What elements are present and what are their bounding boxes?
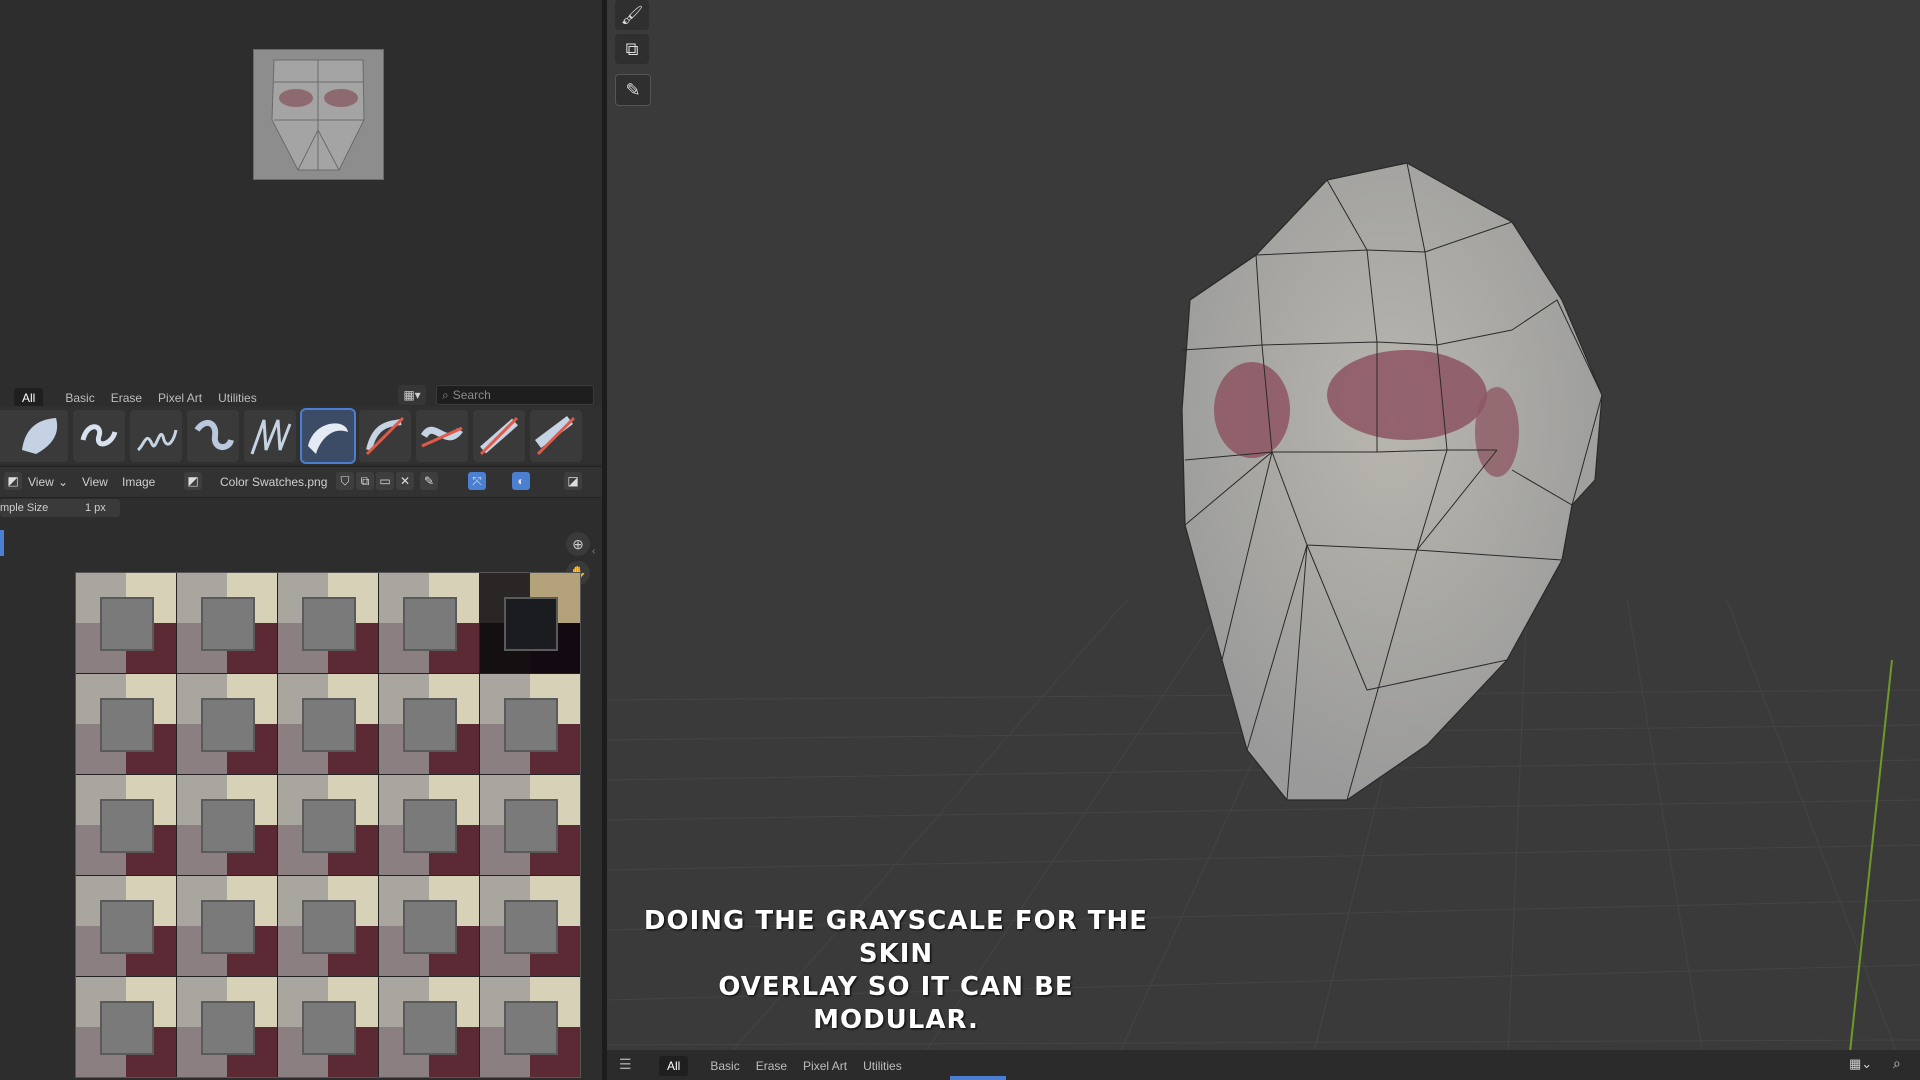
swatch-cell [177, 876, 277, 976]
swatch-cell [379, 573, 479, 673]
swatch-cell [480, 775, 580, 875]
swatch-cell [278, 674, 378, 774]
swatch-cell [480, 674, 580, 774]
swatch-cell [278, 573, 378, 673]
brush-thumbnail-selected[interactable] [300, 408, 356, 464]
overlay-icon[interactable]: ◐ [512, 472, 530, 490]
swatch-cell [177, 977, 277, 1077]
head-mesh [1181, 162, 1603, 801]
tab-utilities[interactable]: Utilities [855, 1056, 910, 1076]
close-icon[interactable]: ✕ [396, 472, 414, 490]
search-placeholder: Search [452, 388, 491, 402]
swatch-cell [379, 977, 479, 1077]
swatch-cell [379, 775, 479, 875]
texture-preview [253, 49, 384, 180]
image-browse-icon[interactable]: ◩ [184, 472, 202, 490]
zoom-icon[interactable]: ⊕ [566, 532, 590, 556]
brush-thumbnail[interactable] [16, 410, 68, 462]
search-input[interactable]: ⌕ Search [436, 385, 594, 405]
bottom-asset-shelf: ☰ All Basic Erase Pixel Art Utilities ▦⌄… [607, 1050, 1920, 1080]
swatch-cell-dark [480, 573, 580, 673]
bottom-shelf-tabs: All Basic Erase Pixel Art Utilities [659, 1056, 910, 1076]
tab-basic[interactable]: Basic [702, 1056, 747, 1076]
caption-line-2: overlay so it can be modular. [718, 972, 1074, 1035]
color-swatches-image[interactable] [75, 572, 581, 1078]
tab-pixel-art[interactable]: Pixel Art [150, 388, 210, 408]
menu-image[interactable]: Image [122, 475, 155, 489]
brush-thumbnail[interactable] [187, 410, 239, 462]
swatch-cell [379, 876, 479, 976]
annotate-icon[interactable]: ✎ [615, 74, 651, 106]
clone-icon[interactable]: ⧉ [615, 34, 649, 64]
duplicate-icon[interactable]: ⧉ [356, 472, 374, 490]
shield-icon[interactable]: ⛉ [336, 472, 354, 490]
shelf-scroll-indicator [950, 1076, 1006, 1080]
folder-icon[interactable]: ▭ [376, 472, 394, 490]
sample-size-label: mple Size [0, 502, 49, 514]
tab-erase[interactable]: Erase [103, 388, 150, 408]
swatch-cell [177, 775, 277, 875]
swatch-cell [76, 876, 176, 976]
tab-all[interactable]: All [14, 388, 44, 408]
menu-view-dropdown[interactable]: View [28, 475, 54, 489]
tab-pixel-art[interactable]: Pixel Art [795, 1056, 855, 1076]
image-editor-header: ◩ View ⌄ View Image ◩ Color Swatches.png… [0, 466, 602, 498]
chevron-down-icon: ⌄ [58, 475, 69, 489]
brush-thumbnail[interactable] [130, 410, 182, 462]
swatch-cell [480, 977, 580, 1077]
caption-line-1: Doing the grayscale for the skin [643, 906, 1149, 969]
image-editor-panel: All Basic Erase Pixel Art Utilities ▦▾ ⌕… [0, 0, 602, 1080]
display-mode-dropdown[interactable]: ▦▾ [398, 385, 426, 405]
swatch-cell [76, 674, 176, 774]
swatch-cell [76, 775, 176, 875]
brush-thumbnail[interactable] [416, 410, 468, 462]
tab-basic[interactable]: Basic [57, 388, 102, 408]
brush-shelf [0, 406, 602, 464]
search-icon: ⌕ [442, 388, 449, 402]
tab-all[interactable]: All [659, 1056, 689, 1076]
swatch-cell [278, 977, 378, 1077]
pin-icon[interactable]: ✎ [420, 472, 438, 490]
grid-icon: ▦▾ [403, 388, 421, 402]
tab-erase[interactable]: Erase [748, 1056, 795, 1076]
video-caption: Doing the grayscale for the skin overlay… [636, 905, 1156, 1037]
brush-thumbnail[interactable] [530, 410, 582, 462]
menu-icon[interactable]: ☰ [619, 1056, 632, 1073]
chevron-left-icon[interactable]: ‹ [592, 546, 595, 557]
swatch-cell [278, 775, 378, 875]
brush-icon[interactable]: 🖌 [615, 0, 649, 30]
swatch-cell [76, 977, 176, 1077]
tab-utilities[interactable]: Utilities [210, 388, 265, 408]
image-name-field[interactable]: Color Swatches.png [220, 475, 327, 489]
brush-thumbnail[interactable] [473, 410, 525, 462]
display-channels-icon[interactable]: ◪ [564, 472, 582, 490]
sample-size-value: 1 px [85, 502, 106, 514]
brush-thumbnail[interactable] [359, 410, 411, 462]
grid-icon[interactable]: ▦⌄ [1849, 1056, 1872, 1072]
sample-size-field[interactable]: mple Size 1 px [0, 499, 120, 517]
swatch-cell [278, 876, 378, 976]
uv-sync-icon[interactable]: ⤧ [468, 472, 486, 490]
side-tab-indicator [0, 530, 4, 556]
brush-thumbnail[interactable] [244, 410, 296, 462]
editor-type-icon[interactable]: ◩ [4, 472, 22, 490]
asset-shelf-tabs: All Basic Erase Pixel Art Utilities [14, 388, 265, 408]
swatch-cell [379, 674, 479, 774]
brush-thumbnail[interactable] [73, 410, 125, 462]
search-icon[interactable]: ⌕ [1893, 1055, 1901, 1072]
swatch-cell [480, 876, 580, 976]
swatch-cell [177, 573, 277, 673]
swatch-cell [177, 674, 277, 774]
swatch-cell [76, 573, 176, 673]
menu-view[interactable]: View [82, 475, 108, 489]
